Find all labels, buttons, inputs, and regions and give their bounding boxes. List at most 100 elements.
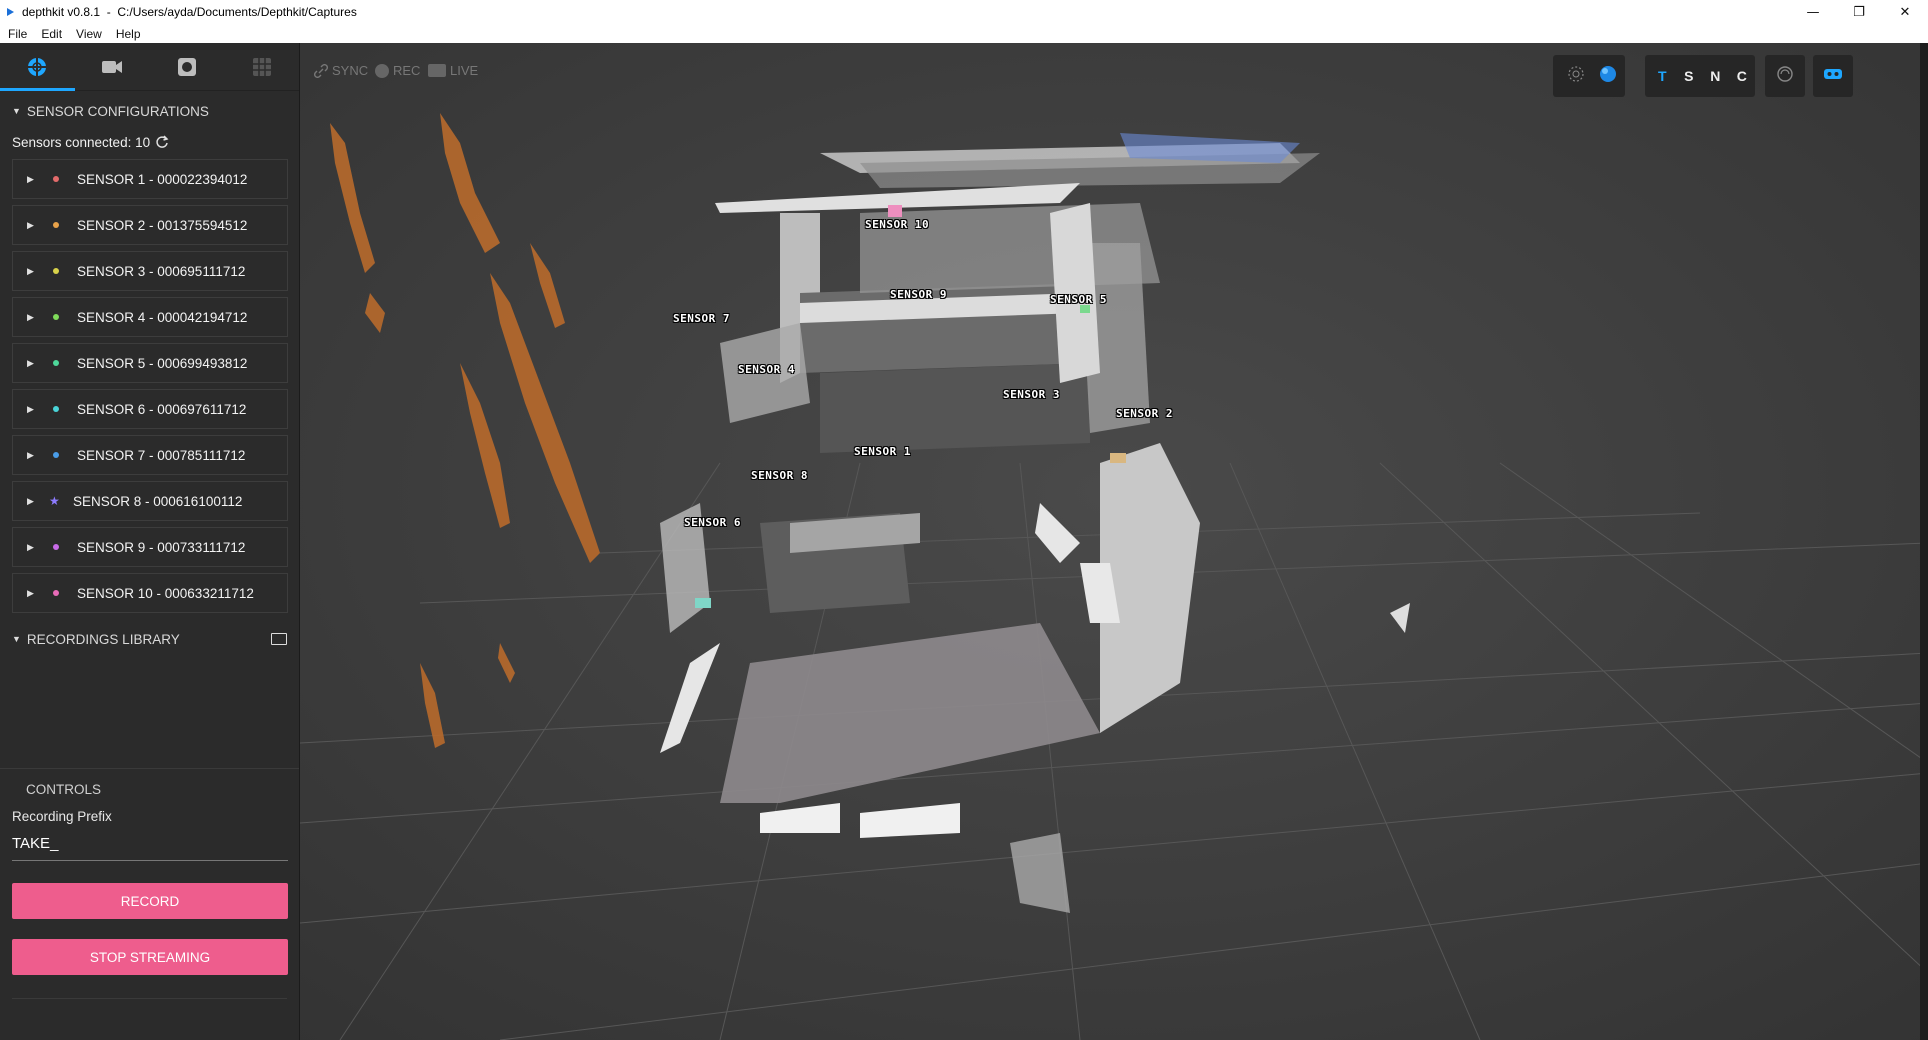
view-center-button[interactable]: C (1729, 68, 1756, 84)
sensor-color-dot (53, 452, 59, 458)
expand-arrow-icon[interactable]: ▶ (27, 588, 47, 599)
sensor-label: SENSOR 9 - 000733111712 (77, 539, 246, 555)
render-mode-group (1553, 55, 1625, 97)
sensor-label-4: SENSOR 4 (738, 363, 795, 376)
sensor-row-2[interactable]: ▶ SENSOR 2 - 001375594512 (12, 205, 288, 245)
sensor-label-5: SENSOR 5 (1050, 293, 1107, 306)
video-camera-icon (102, 61, 123, 73)
sensor-row-9[interactable]: ▶ SENSOR 9 - 000733111712 (12, 527, 288, 567)
sensor-color-dot (53, 222, 59, 228)
overlay-toggle-icon[interactable] (1776, 65, 1794, 88)
sensor-label: SENSOR 2 - 001375594512 (77, 217, 248, 233)
record-button[interactable]: RECORD (12, 883, 288, 919)
sensor-list: ▶ SENSOR 1 - 000022394012 ▶ SENSOR 2 - 0013… (0, 159, 299, 613)
sensor-row-10[interactable]: ▶ SENSOR 10 - 000633211712 (12, 573, 288, 613)
sensor-config-title: SENSOR CONFIGURATIONS (26, 103, 209, 119)
title-bar: depthkit v0.8.1 - C:/Users/ayda/Document… (0, 0, 1928, 24)
expand-arrow-icon[interactable]: ▶ (27, 450, 47, 461)
sensor-label-6: SENSOR 6 (684, 516, 741, 529)
sidebar-tabs (0, 43, 299, 91)
sensor-color-dot (53, 268, 59, 274)
sphere-mode-icon[interactable] (1599, 65, 1617, 88)
sensor-label-7: SENSOR 7 (673, 312, 730, 325)
recordings-header[interactable]: ▼ RECORDINGS LIBRARY (0, 619, 299, 659)
sensor-label: SENSOR 8 - 000616100112 (73, 493, 243, 509)
sensor-label: SENSOR 7 - 000785111712 (77, 447, 246, 463)
expand-arrow-icon[interactable]: ▶ (27, 266, 47, 277)
live-camera-icon (428, 64, 446, 77)
sensor-label-8: SENSOR 8 (751, 469, 808, 482)
recordings-list (0, 659, 299, 769)
controls-title: CONTROLS (26, 781, 102, 797)
expand-arrow-icon[interactable]: ▶ (27, 404, 47, 415)
stop-streaming-button[interactable]: STOP STREAMING (12, 939, 288, 975)
sensor-label-1: SENSOR 1 (854, 445, 911, 458)
recording-prefix-input[interactable] (12, 827, 288, 861)
sync-status: SYNC (314, 63, 368, 78)
sensor-label: SENSOR 6 - 000697611712 (77, 401, 247, 417)
menu-file[interactable]: File (8, 27, 27, 41)
sidebar: ▼ SENSOR CONFIGURATIONS Sensors connecte… (0, 43, 300, 1040)
sensor-label-2: SENSOR 2 (1116, 407, 1173, 420)
viewport-scrollbar[interactable] (1920, 43, 1928, 1040)
record-icon (177, 58, 196, 76)
collapse-caret-icon: ▼ (12, 106, 21, 116)
sensor-color-dot (53, 314, 59, 320)
vr-headset-icon[interactable] (1823, 67, 1843, 86)
folder-icon[interactable] (271, 633, 287, 645)
rec-label: REC (393, 63, 421, 78)
grid-icon (252, 58, 271, 76)
collapse-caret-icon: ▼ (12, 634, 21, 644)
sensor-config-icon (28, 58, 47, 76)
viewport-3d[interactable]: SENSOR 10 SENSOR 9 SENSOR 5 SENSOR 7 SEN… (300, 43, 1928, 1040)
sensor-row-3[interactable]: ▶ SENSOR 3 - 000695111712 (12, 251, 288, 291)
overlay-toggle-group (1765, 55, 1805, 97)
minimize-button[interactable]: — (1790, 0, 1836, 24)
sensor-row-1[interactable]: ▶ SENSOR 1 - 000022394012 (12, 159, 288, 199)
view-top-button[interactable]: T (1649, 68, 1676, 84)
menu-help[interactable]: Help (116, 27, 141, 41)
tab-record[interactable] (150, 43, 225, 91)
close-button[interactable]: ✕ (1882, 0, 1928, 24)
point-cloud-mode-icon[interactable] (1567, 65, 1585, 88)
sensor-label: SENSOR 5 - 000699493812 (77, 355, 248, 371)
live-label: LIVE (450, 63, 479, 78)
view-side-button[interactable]: S (1676, 68, 1703, 84)
point-cloud-scene (300, 43, 1928, 1040)
app-logo-icon (6, 7, 16, 17)
refresh-icon[interactable] (155, 135, 169, 149)
expand-arrow-icon[interactable]: ▶ (27, 542, 47, 553)
sensor-row-4[interactable]: ▶ SENSOR 4 - 000042194712 (12, 297, 288, 337)
menu-view[interactable]: View (76, 27, 102, 41)
expand-arrow-icon[interactable]: ▶ (27, 358, 47, 369)
menu-edit[interactable]: Edit (41, 27, 62, 41)
sensors-connected-label: Sensors connected: 10 (12, 134, 151, 150)
tab-grid[interactable] (224, 43, 299, 91)
expand-arrow-icon[interactable]: ▶ (27, 496, 47, 507)
sensor-config-header[interactable]: ▼ SENSOR CONFIGURATIONS (0, 91, 299, 131)
sensor-row-5[interactable]: ▶ SENSOR 5 - 000699493812 (12, 343, 288, 383)
sensor-label-3: SENSOR 3 (1003, 388, 1060, 401)
expand-arrow-icon[interactable]: ▶ (27, 174, 47, 185)
window-title: depthkit v0.8.1 - C:/Users/ayda/Document… (22, 5, 357, 19)
rec-status: REC (375, 63, 420, 78)
sensor-row-8[interactable]: ▶ ★ SENSOR 8 - 000616100112 (12, 481, 288, 521)
tab-camera[interactable] (75, 43, 150, 91)
tab-sensor-config[interactable] (0, 43, 75, 91)
recordings-title: RECORDINGS LIBRARY (26, 631, 180, 647)
sensor-row-7[interactable]: ▶ SENSOR 7 - 000785111712 (12, 435, 288, 475)
expand-arrow-icon[interactable]: ▶ (27, 312, 47, 323)
menu-bar: File Edit View Help (0, 24, 1928, 43)
vr-toggle-group (1813, 55, 1853, 97)
sensor-row-6[interactable]: ▶ SENSOR 6 - 000697611712 (12, 389, 288, 429)
view-preset-group: T S N C (1645, 55, 1755, 97)
view-north-button[interactable]: N (1702, 68, 1729, 84)
restore-button[interactable]: ❐ (1836, 0, 1882, 24)
sensor-label: SENSOR 10 - 000633211712 (77, 585, 254, 601)
sensor-color-dot (53, 406, 59, 412)
sensor-color-dot (53, 544, 59, 550)
primary-sensor-star-icon: ★ (49, 494, 60, 508)
sensor-label: SENSOR 3 - 000695111712 (77, 263, 246, 279)
expand-arrow-icon[interactable]: ▶ (27, 220, 47, 231)
link-icon (314, 63, 328, 78)
